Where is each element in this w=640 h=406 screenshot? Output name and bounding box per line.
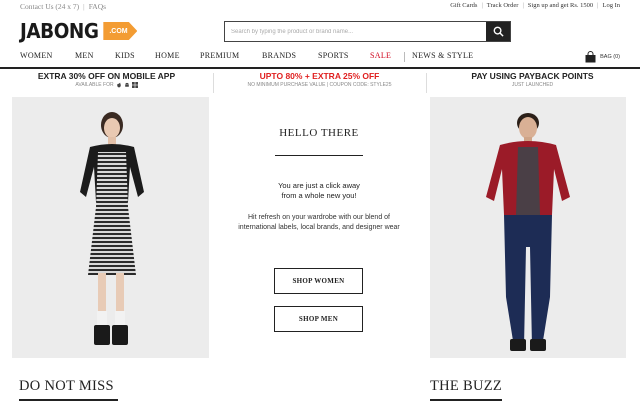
bag-icon	[585, 51, 596, 63]
top-right-links: Gift Cards | Track Order | Sign up and get R…	[450, 2, 620, 9]
promo-title: EXTRA 30% OFF ON MOBILE APP	[37, 71, 176, 81]
nav-women[interactable]: WOMEN	[20, 51, 53, 60]
nav-brands[interactable]: BRANDS	[262, 51, 296, 60]
top-utility-bar: Contact Us (24 x 7) | FAQs Gift Cards | Trac…	[0, 0, 640, 14]
nav-kids[interactable]: KIDS	[115, 51, 135, 60]
promo-subtitle: NO MINIMUM PURCHASE VALUE | COUPON CODE:…	[247, 82, 392, 88]
logo-badge: .COM	[103, 22, 138, 40]
separator: |	[481, 2, 483, 9]
promo-subtitle: AVAILABLE FOR	[0, 82, 213, 88]
tagline-line-1: You are just a click away	[278, 181, 360, 190]
the-buzz-heading: THE BUZZ	[430, 378, 503, 394]
nav-home[interactable]: HOME	[155, 51, 180, 60]
man-model-illustration	[486, 113, 570, 351]
jabong-logo[interactable]: JABONG .COM	[20, 18, 138, 44]
separator: |	[522, 2, 524, 9]
logo-wordmark: JABONG	[20, 19, 99, 43]
men-hero-image[interactable]	[430, 97, 626, 358]
separator: |	[597, 2, 599, 9]
faqs-link[interactable]: FAQs	[89, 2, 106, 11]
heading-rule	[275, 155, 363, 156]
nav-divider	[404, 52, 405, 62]
promo-payback[interactable]: PAY USING PAYBACK POINTS JUST LAUNCHED	[426, 71, 639, 95]
hero-description: Hit refresh on your wardrobe with our bl…	[238, 214, 400, 231]
women-hero-image[interactable]	[12, 97, 209, 358]
do-not-miss-heading: DO NOT MISS	[19, 378, 114, 394]
shop-women-button[interactable]: SHOP WOMEN	[274, 268, 363, 294]
windows-icon	[131, 82, 138, 88]
login-link[interactable]: Log In	[602, 2, 620, 9]
contact-us-link[interactable]: Contact Us (24 x 7)	[20, 2, 79, 11]
main-nav: WOMEN MEN KIDS HOME PREMIUM BRANDS SPORT…	[0, 51, 640, 67]
nav-news-style[interactable]: NEWS & STYLE	[412, 51, 473, 60]
do-not-miss-rule	[19, 399, 118, 401]
separator: |	[83, 2, 85, 11]
bag-label: BAG (0)	[600, 54, 620, 60]
android-icon	[124, 82, 129, 87]
nav-sale[interactable]: SALE	[370, 51, 391, 60]
bag-button[interactable]: BAG (0)	[585, 51, 620, 63]
promo-title: UPTO 80% + EXTRA 25% OFF	[259, 71, 380, 81]
search-icon	[493, 26, 504, 37]
hero-center-panel: HELLO THERE You are just a click away fr…	[218, 97, 420, 358]
hero-heading: HELLO THERE	[279, 127, 359, 139]
top-left-links: Contact Us (24 x 7) | FAQs	[20, 2, 106, 11]
hero-tagline: You are just a click away from a whole n…	[218, 181, 420, 201]
search-input[interactable]	[225, 22, 486, 41]
search-bar	[224, 21, 511, 42]
search-button[interactable]	[486, 22, 510, 41]
promo-subtitle-text: AVAILABLE FOR	[75, 82, 114, 88]
promo-title: PAY USING PAYBACK POINTS	[471, 71, 594, 81]
gift-cards-link[interactable]: Gift Cards	[450, 2, 477, 9]
the-buzz-rule	[430, 399, 502, 401]
nav-sports[interactable]: SPORTS	[318, 51, 349, 60]
shop-men-button[interactable]: SHOP MEN	[274, 306, 363, 332]
nav-men[interactable]: MEN	[75, 51, 94, 60]
track-order-link[interactable]: Track Order	[487, 2, 519, 9]
woman-model-illustration	[80, 112, 144, 345]
promo-mobile-app[interactable]: EXTRA 30% OFF ON MOBILE APP AVAILABLE FO…	[0, 71, 213, 95]
nav-premium[interactable]: PREMIUM	[200, 51, 239, 60]
nav-underline	[0, 67, 640, 69]
promo-coupon[interactable]: UPTO 80% + EXTRA 25% OFF NO MINIMUM PURC…	[213, 71, 426, 95]
promo-subtitle: JUST LAUNCHED	[511, 82, 554, 88]
apple-icon	[116, 82, 121, 88]
signup-link[interactable]: Sign up and get Rs. 1500	[528, 2, 593, 9]
tagline-line-2: from a whole new you!	[281, 191, 357, 200]
